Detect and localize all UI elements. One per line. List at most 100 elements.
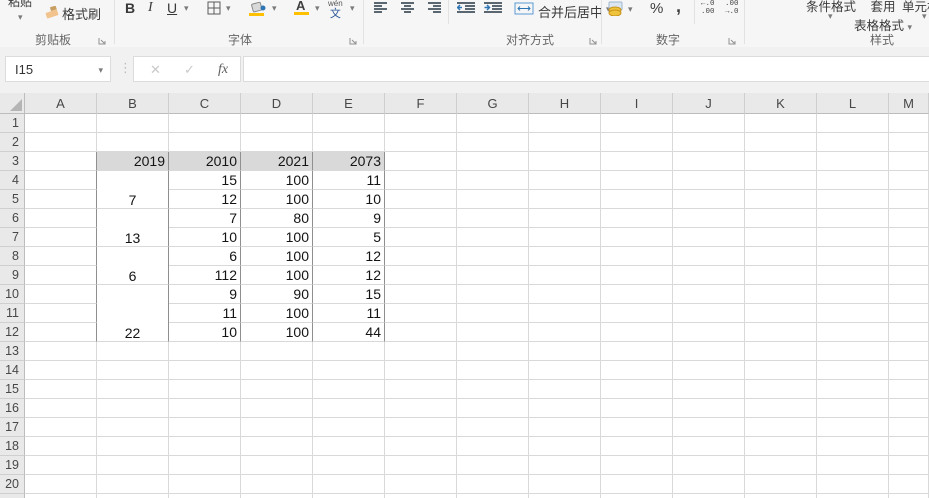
cell-styles-caret-icon[interactable]: ▾ [922, 12, 927, 21]
cell-M13[interactable] [889, 342, 929, 361]
cell-D8[interactable]: 100 [241, 247, 313, 266]
cell-F4[interactable] [385, 171, 457, 190]
cell-B10[interactable]: 22 [97, 285, 169, 342]
cell-F20[interactable] [385, 475, 457, 494]
cell-M12[interactable] [889, 323, 929, 342]
cell-D11[interactable]: 100 [241, 304, 313, 323]
cell-F13[interactable] [385, 342, 457, 361]
cell-G1[interactable] [457, 114, 529, 133]
phonetic-dropdown-caret-icon[interactable]: ▾ [350, 4, 355, 13]
format-painter-button[interactable]: 格式刷 [62, 4, 101, 23]
cell-H3[interactable] [529, 152, 601, 171]
row-header-18[interactable]: 18 [0, 437, 25, 456]
cell-E13[interactable] [313, 342, 385, 361]
row-header-17[interactable]: 17 [0, 418, 25, 437]
cell-E8[interactable]: 12 [313, 247, 385, 266]
cell-I10[interactable] [601, 285, 673, 304]
cell-L12[interactable] [817, 323, 889, 342]
cell-C11[interactable]: 11 [169, 304, 241, 323]
cell-A3[interactable] [25, 152, 97, 171]
cell-C2[interactable] [169, 133, 241, 152]
cell-J19[interactable] [673, 456, 745, 475]
cell-K20[interactable] [745, 475, 817, 494]
cell-J6[interactable] [673, 209, 745, 228]
conditional-formatting-caret-icon[interactable]: ▾ [828, 12, 833, 21]
font-color-icon[interactable]: A [294, 0, 309, 15]
cell-M11[interactable] [889, 304, 929, 323]
cell-C15[interactable] [169, 380, 241, 399]
cell-D1[interactable] [241, 114, 313, 133]
cell-J14[interactable] [673, 361, 745, 380]
cell-A9[interactable] [25, 266, 97, 285]
cell-F17[interactable] [385, 418, 457, 437]
cell-E1[interactable] [313, 114, 385, 133]
row-header-5[interactable]: 5 [0, 190, 25, 209]
borders-dropdown-caret-icon[interactable]: ▾ [226, 4, 231, 13]
cell-D7[interactable]: 100 [241, 228, 313, 247]
cell-M7[interactable] [889, 228, 929, 247]
formula-input[interactable] [243, 56, 929, 82]
cell-J20[interactable] [673, 475, 745, 494]
cell-G21[interactable] [457, 494, 529, 498]
align-left-icon[interactable] [374, 1, 389, 20]
col-header-F[interactable]: F [385, 93, 457, 114]
cell-C18[interactable] [169, 437, 241, 456]
cell-D20[interactable] [241, 475, 313, 494]
cell-F18[interactable] [385, 437, 457, 456]
cell-L18[interactable] [817, 437, 889, 456]
cell-I20[interactable] [601, 475, 673, 494]
cell-K3[interactable] [745, 152, 817, 171]
cell-I5[interactable] [601, 190, 673, 209]
cell-G13[interactable] [457, 342, 529, 361]
cell-B21[interactable] [97, 494, 169, 498]
fill-color-dropdown-caret-icon[interactable]: ▾ [272, 4, 277, 13]
cell-I1[interactable] [601, 114, 673, 133]
cell-I7[interactable] [601, 228, 673, 247]
cell-C8[interactable]: 6 [169, 247, 241, 266]
accounting-dropdown-caret-icon[interactable]: ▾ [628, 5, 633, 14]
cell-I13[interactable] [601, 342, 673, 361]
select-all-corner[interactable] [0, 93, 25, 114]
cell-B19[interactable] [97, 456, 169, 475]
row-header-19[interactable]: 19 [0, 456, 25, 475]
cell-F9[interactable] [385, 266, 457, 285]
cell-K16[interactable] [745, 399, 817, 418]
cell-M14[interactable] [889, 361, 929, 380]
cell-I17[interactable] [601, 418, 673, 437]
cell-D21[interactable] [241, 494, 313, 498]
cell-G14[interactable] [457, 361, 529, 380]
cell-B14[interactable] [97, 361, 169, 380]
col-header-L[interactable]: L [817, 93, 889, 114]
row-header-13[interactable]: 13 [0, 342, 25, 361]
cell-J4[interactable] [673, 171, 745, 190]
accounting-format-icon[interactable] [607, 0, 625, 21]
cell-A18[interactable] [25, 437, 97, 456]
cell-F11[interactable] [385, 304, 457, 323]
cell-M5[interactable] [889, 190, 929, 209]
cell-F16[interactable] [385, 399, 457, 418]
cell-F14[interactable] [385, 361, 457, 380]
cell-L21[interactable] [817, 494, 889, 498]
cell-A19[interactable] [25, 456, 97, 475]
cell-M2[interactable] [889, 133, 929, 152]
row-header-4[interactable]: 4 [0, 171, 25, 190]
row-header-21[interactable] [0, 494, 25, 498]
cell-G9[interactable] [457, 266, 529, 285]
enter-icon[interactable]: ✓ [184, 62, 195, 78]
row-header-7[interactable]: 7 [0, 228, 25, 247]
cell-I18[interactable] [601, 437, 673, 456]
cell-C20[interactable] [169, 475, 241, 494]
font-dialog-launcher-icon[interactable] [348, 33, 358, 47]
cell-L16[interactable] [817, 399, 889, 418]
cell-M3[interactable] [889, 152, 929, 171]
cell-A7[interactable] [25, 228, 97, 247]
increase-decimal-icon[interactable]: ←.0.00 [701, 0, 715, 16]
cell-I12[interactable] [601, 323, 673, 342]
col-header-A[interactable]: A [25, 93, 97, 114]
cell-B6[interactable]: 13 [97, 209, 169, 247]
cell-E4[interactable]: 11 [313, 171, 385, 190]
cancel-icon[interactable]: ✕ [150, 62, 161, 78]
underline-dropdown-caret-icon[interactable]: ▾ [184, 4, 189, 13]
cell-K2[interactable] [745, 133, 817, 152]
cell-F6[interactable] [385, 209, 457, 228]
